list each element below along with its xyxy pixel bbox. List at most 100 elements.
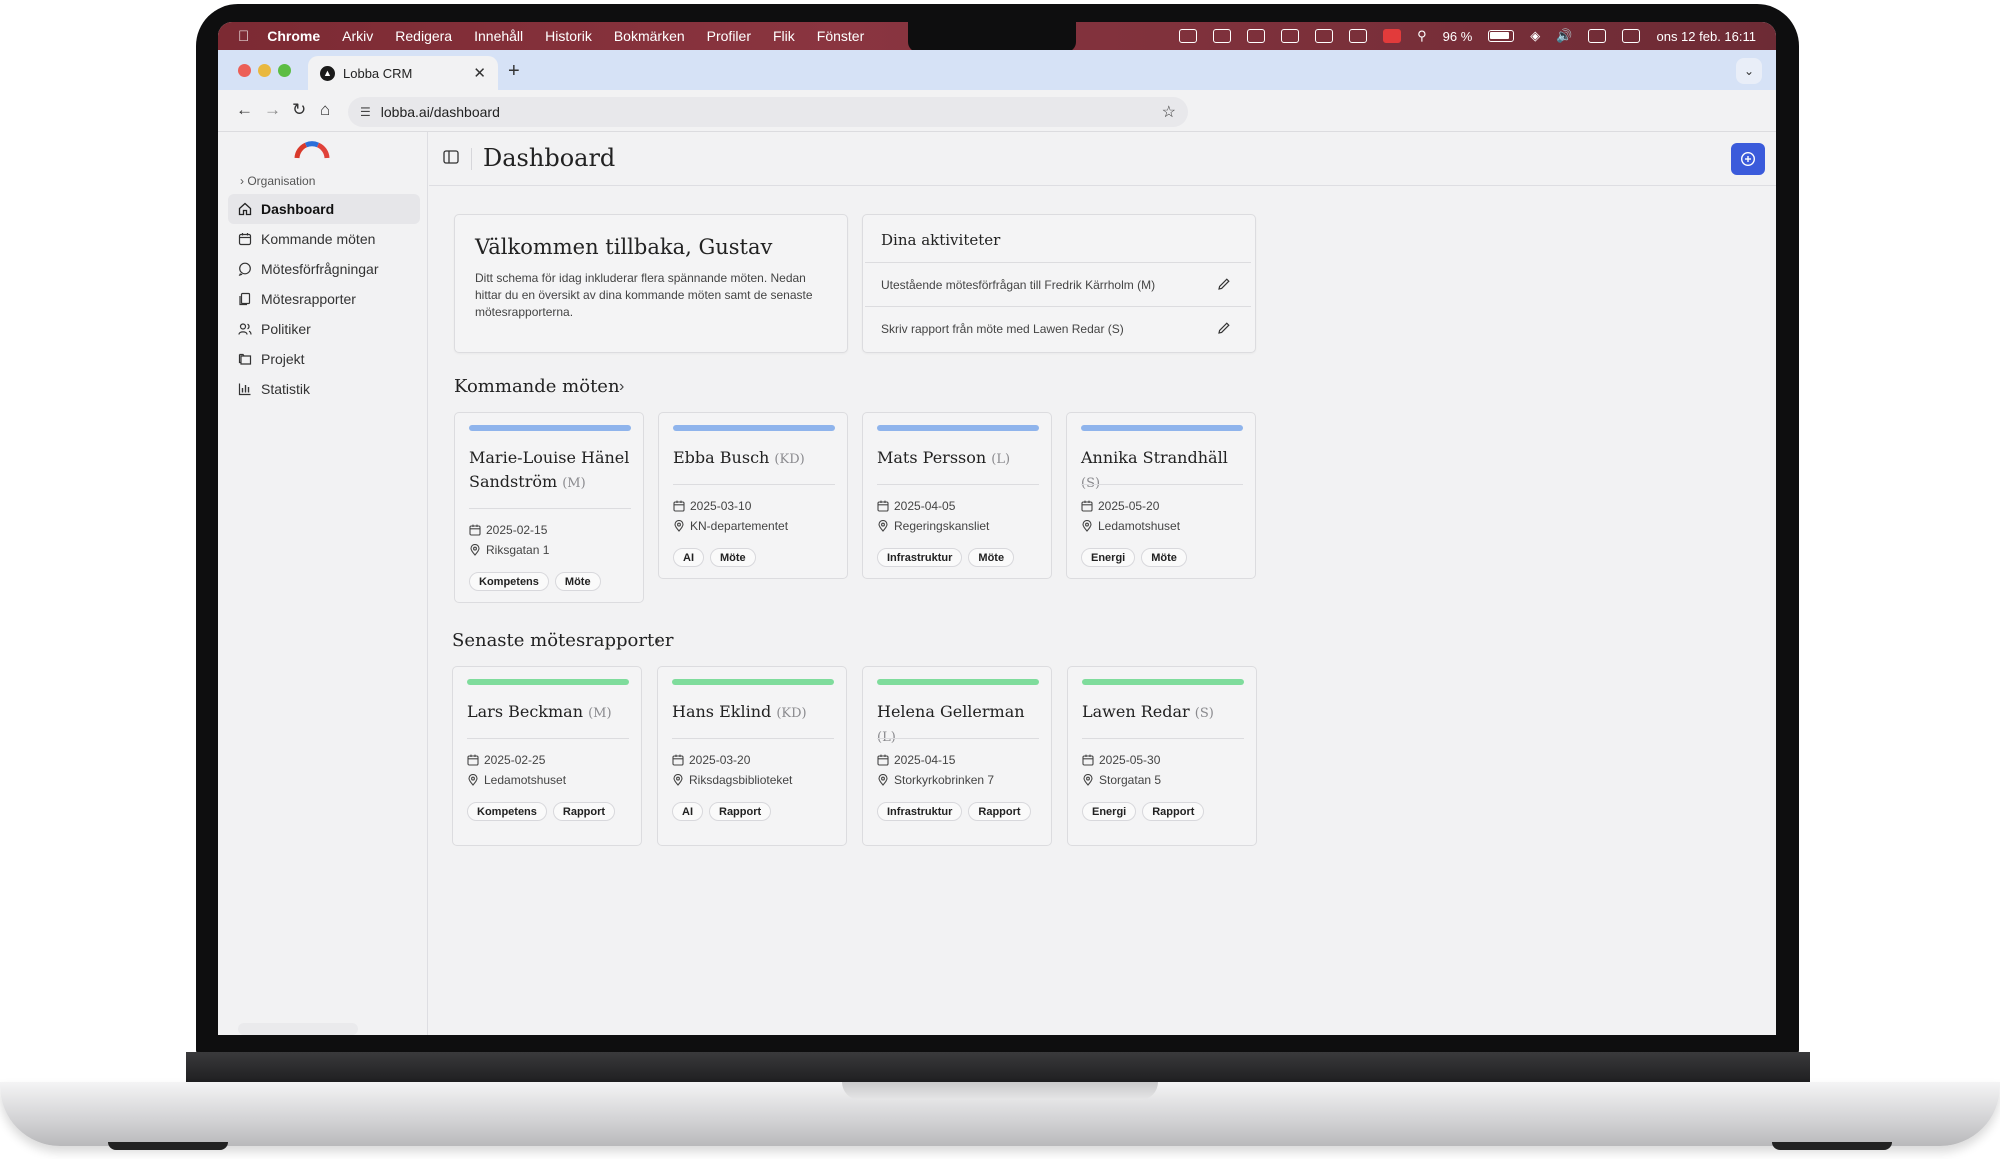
menu-item[interactable]: Chrome: [267, 28, 320, 44]
new-tab-icon[interactable]: +: [508, 60, 520, 83]
close-tab-icon[interactable]: ✕: [473, 64, 486, 82]
tag[interactable]: Möte: [710, 548, 756, 567]
maximize-window-icon[interactable]: [278, 64, 291, 77]
volume-icon[interactable]: 🔊: [1556, 28, 1572, 44]
calendar-icon: [238, 233, 252, 246]
card-divider: [1081, 484, 1243, 485]
meeting-date: 2025-03-20: [672, 753, 750, 767]
tray-app-icon[interactable]: [1281, 29, 1300, 43]
politician-name: Helena Gellerman (L): [877, 702, 1025, 745]
tag[interactable]: Rapport: [709, 802, 772, 821]
calendar-icon: [877, 754, 889, 766]
tag[interactable]: Möte: [968, 548, 1015, 567]
sidebar-item-meeting-requests[interactable]: Mötesförfrågningar: [228, 254, 420, 284]
tag[interactable]: Energi: [1082, 802, 1137, 821]
sidebar-item-projects[interactable]: Projekt: [228, 344, 420, 374]
tag[interactable]: Möte: [554, 572, 601, 591]
report-card[interactable]: Helena Gellerman (L) 2025-04-15 Storkyrk…: [862, 666, 1052, 846]
meeting-card[interactable]: Mats Persson (L) 2025-04-05 Regeringskan…: [862, 412, 1052, 579]
location-pin-icon: [673, 774, 683, 786]
tag[interactable]: Möte: [1141, 548, 1187, 567]
org-switcher[interactable]: › Organisation: [240, 174, 315, 188]
chevron-down-icon[interactable]: ⌄: [1736, 58, 1762, 84]
lobba-favicon-icon: ▲: [320, 65, 335, 81]
browser-tab[interactable]: ▲ Lobba CRM ✕: [308, 56, 498, 90]
reload-icon[interactable]: ↻: [292, 100, 306, 120]
sidebar-item-meeting-reports[interactable]: Mötesrapporter: [228, 284, 420, 314]
meeting-location: Regeringskansliet: [877, 519, 989, 533]
apple-icon[interactable]: : [238, 28, 249, 45]
chart-icon: [238, 383, 251, 396]
report-card[interactable]: Lawen Redar (S) 2025-05-30 Storgatan 5 E…: [1067, 666, 1257, 846]
user-menu[interactable]: [238, 1023, 358, 1035]
tag[interactable]: Infrastruktur: [877, 802, 963, 821]
report-card[interactable]: Hans Eklind (KD) 2025-03-20 Riksdagsbibl…: [657, 666, 847, 846]
meeting-card[interactable]: Ebba Busch (KD) 2025-03-10 KN-departemen…: [658, 412, 848, 579]
tag[interactable]: Kompetens: [467, 802, 547, 821]
chevron-right-icon[interactable]: ›: [655, 632, 660, 650]
tag[interactable]: Rapport: [552, 802, 616, 821]
reports-section-title[interactable]: Senaste mötesrapporter: [452, 630, 674, 651]
report-card[interactable]: Lars Beckman (M) 2025-02-25 Ledamotshuse…: [452, 666, 642, 846]
meeting-date: 2025-03-10: [673, 499, 751, 513]
tag[interactable]: Rapport: [1142, 802, 1205, 821]
sidebar-item-statistics[interactable]: Statistik: [228, 374, 420, 404]
home-icon[interactable]: ⌂: [320, 100, 330, 120]
meeting-card[interactable]: Marie-Louise Hänel Sandström (M) 2025-02…: [454, 412, 644, 603]
control-center-icon[interactable]: [1622, 29, 1641, 43]
sidebar-item-upcoming-meetings[interactable]: Kommande möten: [228, 224, 420, 254]
sidebar-item-label: Dashboard: [261, 201, 335, 217]
pencil-icon[interactable]: [1217, 277, 1231, 291]
meeting-date: 2025-05-30: [1082, 753, 1160, 767]
tag[interactable]: Energi: [1081, 548, 1136, 567]
tray-app-icon[interactable]: [1213, 29, 1232, 43]
back-icon[interactable]: ←: [236, 100, 253, 120]
close-window-icon[interactable]: [238, 64, 251, 77]
activity-item[interactable]: Skriv rapport från möte med Lawen Redar …: [865, 306, 1251, 350]
sidebar-item-label: Statistik: [261, 381, 311, 397]
menu-item[interactable]: Fönster: [817, 28, 864, 44]
battery-icon[interactable]: [1488, 30, 1515, 42]
tray-app-icon[interactable]: [1315, 29, 1334, 43]
add-button[interactable]: [1731, 143, 1765, 175]
menu-item[interactable]: Historik: [545, 28, 592, 44]
tag[interactable]: Kompetens: [469, 572, 549, 591]
activity-item[interactable]: Utestående mötesförfrågan till Fredrik K…: [865, 262, 1251, 306]
sidebar-item-dashboard[interactable]: Dashboard: [228, 194, 420, 224]
wifi-icon[interactable]: ◈: [1530, 28, 1540, 44]
cloud-icon[interactable]: [1349, 29, 1368, 43]
calendar-icon: [673, 500, 685, 512]
tray-app-icon[interactable]: [1179, 29, 1198, 43]
tray-app-icon[interactable]: [1247, 29, 1266, 43]
tag[interactable]: AI: [673, 548, 704, 567]
display-icon[interactable]: [1588, 29, 1607, 43]
menu-item[interactable]: Innehåll: [474, 28, 523, 44]
menu-item[interactable]: Profiler: [707, 28, 751, 44]
tag[interactable]: AI: [672, 802, 703, 821]
minimize-window-icon[interactable]: [258, 64, 271, 77]
datetime[interactable]: ons 12 feb. 16:11: [1656, 29, 1756, 44]
menu-item[interactable]: Redigera: [395, 28, 452, 44]
address-bar[interactable]: ☰ lobba.ai/dashboard ☆: [348, 97, 1188, 127]
key-icon[interactable]: ⚲: [1417, 28, 1427, 44]
site-settings-icon[interactable]: ☰: [360, 105, 371, 119]
pencil-icon[interactable]: [1217, 321, 1231, 335]
forward-icon[interactable]: →: [264, 100, 281, 120]
url-text: lobba.ai/dashboard: [380, 104, 500, 120]
tray-app-icon[interactable]: [1383, 29, 1402, 43]
tag-list: Kompetens Rapport: [467, 802, 616, 821]
sidebar: › Organisation Dashboard Kommande möten …: [218, 132, 428, 1035]
sidebar-item-politicians[interactable]: Politiker: [228, 314, 420, 344]
politician-name: Lawen Redar (S): [1082, 702, 1214, 721]
menu-item[interactable]: Flik: [773, 28, 795, 44]
bookmark-star-icon[interactable]: ☆: [1162, 102, 1176, 122]
upcoming-section-title[interactable]: Kommande möten: [454, 376, 620, 397]
tag[interactable]: Infrastruktur: [877, 548, 963, 567]
sidebar-toggle-icon[interactable]: [443, 150, 459, 164]
meeting-card[interactable]: Annika Strandhäll (S) 2025-05-20 Ledamot…: [1066, 412, 1256, 579]
menu-item[interactable]: Arkiv: [342, 28, 373, 44]
tag[interactable]: Rapport: [968, 802, 1031, 821]
menu-item[interactable]: Bokmärken: [614, 28, 685, 44]
menubar-tray: ⚲ 96 % ◈ 🔊 ons 12 feb. 16:11: [1179, 22, 1756, 50]
chevron-right-icon[interactable]: ›: [619, 378, 624, 396]
